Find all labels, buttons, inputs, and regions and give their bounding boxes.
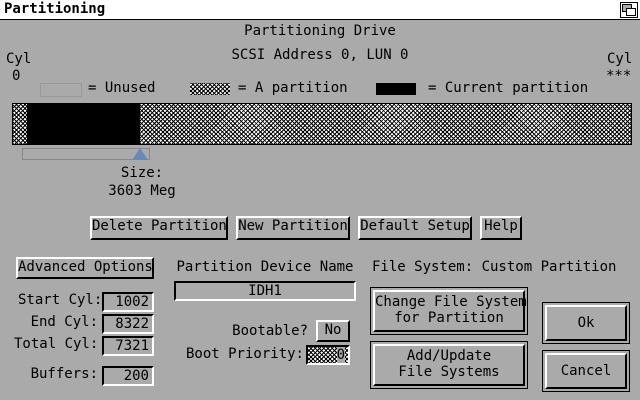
bootable-toggle[interactable]: No (316, 320, 350, 342)
partition-map[interactable] (12, 103, 632, 145)
cyl-left-label: Cyl (6, 51, 32, 67)
advanced-options-button[interactable]: Advanced Options (16, 257, 154, 279)
change-fs-line2: for Partition (394, 310, 504, 327)
change-file-system-button[interactable]: Change File System for Partition (373, 290, 527, 332)
boot-priority-value: 0 (336, 347, 345, 363)
legend-current: = Current partition (428, 80, 589, 96)
unused-swatch (40, 83, 82, 97)
delete-partition-button[interactable]: Delete Partition (90, 216, 228, 240)
start-cyl-label: Start Cyl: (18, 292, 103, 308)
boot-priority-field[interactable]: 0 (306, 345, 350, 365)
bootable-label: Bootable? (232, 323, 308, 339)
add-update-frame: Add/Update File Systems (370, 341, 528, 389)
current-partition-block[interactable] (27, 104, 140, 144)
device-name-label: Partition Device Name (176, 259, 354, 275)
new-partition-button[interactable]: New Partition (236, 216, 350, 240)
cancel-frame: Cancel (542, 350, 630, 392)
boot-priority-label: Boot Priority: (185, 346, 304, 362)
cyl-left-value: 0 (12, 68, 21, 84)
device-name-field[interactable]: IDH1 (174, 281, 356, 301)
size-label: Size: (120, 165, 164, 181)
total-cyl-label: Total Cyl: (14, 336, 99, 352)
partition-size-bar[interactable] (22, 148, 150, 160)
size-value: 3603 Meg (108, 183, 176, 199)
add-update-line1: Add/Update (406, 348, 492, 364)
help-button[interactable]: Help (480, 216, 522, 240)
size-drag-handle-icon[interactable] (132, 148, 148, 160)
scsi-address: SCSI Address 0, LUN 0 (231, 47, 409, 63)
end-cyl-label: End Cyl: (30, 314, 98, 330)
add-update-line2: File Systems (398, 364, 500, 381)
depth-gadget-icon[interactable] (620, 2, 638, 18)
change-fs-line1: Change File System (375, 294, 527, 310)
default-setup-button[interactable]: Default Setup (358, 216, 472, 240)
partition-swatch (190, 83, 230, 95)
page-title: Partitioning Drive (244, 23, 396, 39)
file-system-label: File System: Custom Partition (372, 259, 617, 275)
add-update-file-systems-button[interactable]: Add/Update File Systems (373, 344, 525, 386)
cyl-right-value: *** (606, 68, 632, 84)
ok-button[interactable]: Ok (545, 305, 627, 341)
ok-frame: Ok (542, 302, 630, 344)
start-cyl-field[interactable]: 1002 (102, 292, 154, 312)
buffers-field[interactable]: 200 (102, 366, 154, 386)
cyl-right-label: Cyl (607, 51, 633, 67)
legend-unused: = Unused (88, 80, 156, 96)
window-title: Partitioning (4, 1, 106, 17)
legend-a-partition: = A partition (238, 80, 348, 96)
cancel-button[interactable]: Cancel (545, 353, 627, 389)
change-fs-frame: Change File System for Partition (370, 287, 528, 335)
buffers-label: Buffers: (30, 366, 98, 382)
end-cyl-field[interactable]: 8322 (102, 314, 154, 334)
window-title-bar[interactable]: Partitioning (0, 0, 640, 20)
current-swatch (376, 83, 416, 95)
total-cyl-field[interactable]: 7321 (102, 336, 154, 356)
